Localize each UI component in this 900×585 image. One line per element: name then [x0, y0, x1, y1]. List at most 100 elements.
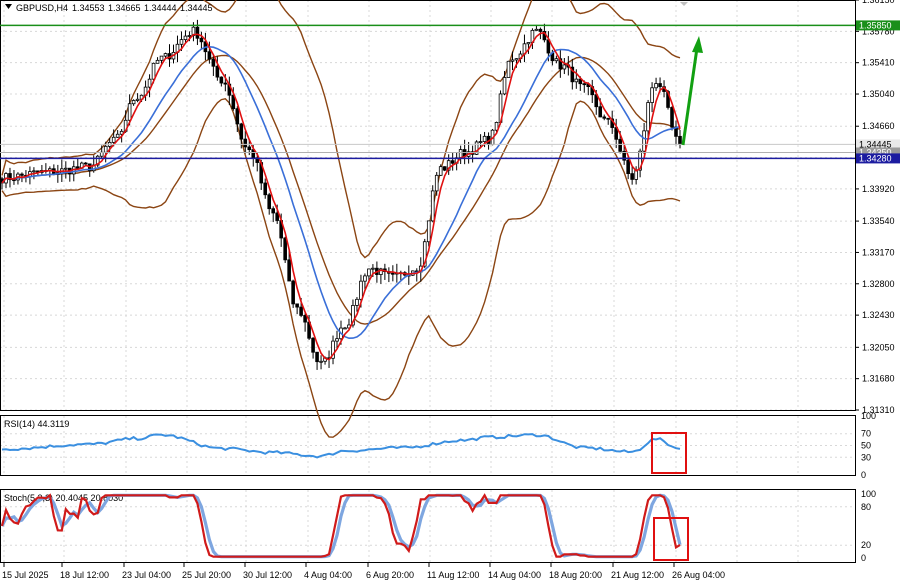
candle-body — [670, 107, 674, 128]
candle-body — [207, 51, 212, 60]
candle-body — [458, 149, 463, 159]
candle-body — [514, 58, 519, 61]
candle-body — [538, 28, 543, 32]
candle-body — [151, 62, 156, 80]
time-tick-label: 14 Aug 04:00 — [488, 570, 541, 580]
candle-body — [267, 194, 272, 210]
candle-body — [315, 351, 319, 363]
candle-body — [311, 337, 315, 353]
price-tick-label: 1.33170 — [862, 247, 895, 257]
rsi-tick-label: 0 — [861, 470, 866, 480]
candle-body — [526, 42, 531, 45]
candle-body — [131, 100, 136, 105]
candle-body — [626, 159, 630, 175]
time-tick-label: 26 Aug 04:00 — [672, 570, 725, 580]
candle-body — [371, 267, 375, 270]
candle-body — [211, 58, 216, 67]
stoch-tick-label: 100 — [861, 489, 876, 499]
candle-body — [223, 82, 228, 85]
candle-body — [343, 327, 347, 330]
price-tick-label: 1.34660 — [862, 121, 895, 131]
candle-body — [678, 135, 682, 145]
price-tick-label: 1.36150 — [862, 0, 895, 5]
candle-body — [155, 59, 160, 64]
low-value: 1.34444 — [144, 3, 177, 13]
candle-body — [75, 166, 80, 169]
price-tick-label: 1.33920 — [862, 184, 895, 194]
open-value: 1.34553 — [72, 3, 105, 13]
candle-body — [219, 76, 224, 84]
candle-body — [630, 173, 634, 180]
candle-body — [319, 360, 323, 363]
candle-body — [482, 135, 487, 142]
candle-body — [562, 64, 567, 70]
candle-body — [598, 106, 603, 118]
candle-body — [434, 174, 439, 192]
candle-body — [391, 272, 395, 275]
time-tick-label: 25 Jul 20:00 — [182, 570, 231, 580]
time-tick-label: 11 Aug 12:00 — [427, 570, 479, 580]
candle-body — [235, 108, 240, 125]
price-tick-label: 1.32430 — [862, 310, 895, 320]
candle-body — [430, 190, 435, 222]
time-tick-label: 18 Jul 12:00 — [60, 570, 109, 580]
candle-body — [642, 130, 646, 152]
candle-body — [574, 78, 579, 83]
candle-body — [187, 35, 192, 37]
candle-body — [478, 141, 483, 143]
candle-body — [291, 280, 295, 305]
rsi-tick-label: 70 — [861, 429, 871, 439]
candle-body — [299, 306, 303, 316]
rsi-tick-label: 30 — [861, 452, 871, 462]
stoch-tick-label: 80 — [861, 502, 871, 512]
rsi-label: RSI(14) 44.3119 — [4, 419, 69, 429]
candle-body — [367, 268, 371, 277]
candle-body — [163, 53, 168, 57]
candle-body — [335, 338, 339, 342]
candle-body — [271, 208, 275, 214]
stoch-tick-label: 0 — [861, 553, 866, 563]
candle-body — [582, 83, 587, 86]
price-tag-label: 1.35850 — [859, 20, 892, 30]
candle-body — [450, 160, 455, 164]
candle-body — [20, 173, 24, 176]
price-tick-label: 1.32800 — [862, 279, 895, 289]
price-tag-label: 1.34280 — [859, 153, 892, 163]
candle-body — [606, 117, 611, 120]
candle-body — [64, 167, 68, 170]
candle-body — [83, 162, 88, 165]
candle-body — [199, 37, 204, 43]
candle-body — [179, 39, 184, 45]
candle-body — [363, 275, 367, 282]
candle-body — [239, 123, 244, 140]
candle-body — [287, 259, 291, 282]
time-tick-label: 30 Jul 12:00 — [243, 570, 292, 580]
candle-body — [147, 78, 152, 88]
candle-body — [32, 170, 36, 173]
candle-body — [438, 166, 443, 176]
candle-body — [183, 35, 188, 41]
stoch-tick-label: 20 — [861, 540, 871, 550]
symbol-label: GBPUSD,H4 — [16, 3, 68, 13]
high-value: 1.34665 — [108, 3, 141, 13]
time-tick-label: 15 Jul 2025 — [2, 570, 49, 580]
candle-body — [658, 83, 662, 88]
candle-body — [111, 136, 116, 143]
candle-body — [502, 77, 507, 95]
candle-body — [283, 237, 287, 261]
rsi-tick-label: 100 — [861, 411, 876, 421]
time-tick-label: 4 Aug 04:00 — [304, 570, 352, 580]
candle-body — [534, 28, 539, 31]
time-tick-label: 21 Aug 12:00 — [611, 570, 664, 580]
candle-body — [195, 26, 200, 39]
candle-body — [247, 146, 252, 151]
price-tick-label: 1.35410 — [862, 58, 895, 68]
candle-body — [602, 116, 607, 119]
candle-body — [303, 315, 307, 323]
candle-body — [650, 87, 654, 103]
trading-chart[interactable]: GBPUSD,H4 1.34553 1.34665 1.34444 1.3444… — [0, 0, 900, 585]
candle-body — [646, 102, 650, 132]
price-tick-label: 1.32050 — [862, 342, 895, 352]
price-tick-label: 1.31680 — [862, 374, 895, 384]
candle-body — [618, 138, 622, 152]
